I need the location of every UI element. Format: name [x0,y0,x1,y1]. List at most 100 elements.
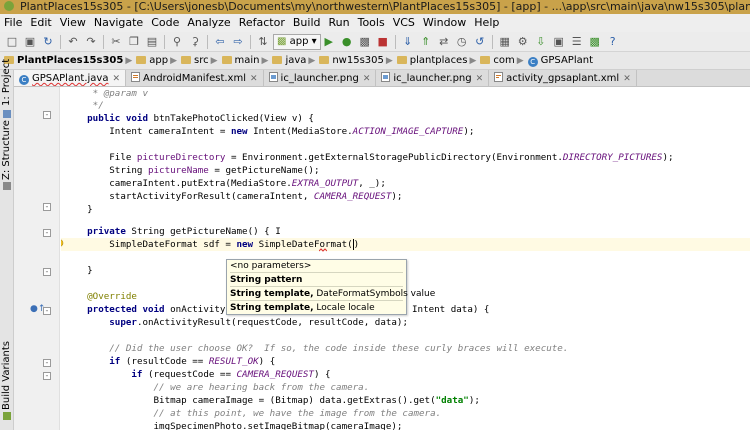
tab-android-manifest[interactable]: AndroidManifest.xml ✕ [126,70,264,86]
avd-manager-icon[interactable]: ▣ [551,34,567,50]
code-line: // we are hearing back from the camera. [65,382,370,393]
breadcrumb-main[interactable]: main [218,52,262,69]
menu-help[interactable]: Help [470,14,503,32]
breadcrumb-label: src [194,55,209,66]
lightbulb-icon[interactable] [61,239,64,249]
menu-navigate[interactable]: Navigate [90,14,147,32]
project-tool-tab[interactable]: 1: Project [0,59,14,120]
close-icon[interactable]: ✕ [363,74,371,84]
fold-collapse-icon[interactable]: - [43,111,51,119]
stop-icon[interactable]: ■ [375,34,391,50]
param-option-pattern[interactable]: String pattern [230,274,403,287]
sdk-manager-icon[interactable]: ⇩ [533,34,549,50]
keyword: if [109,356,121,367]
breadcrumb-project[interactable]: PlantPlaces15s305 [0,52,125,69]
forward-icon[interactable]: ⇨ [230,34,246,50]
help-icon[interactable]: ? [605,34,621,50]
param-signature-rest: Locale locale [313,303,375,313]
breadcrumb-nw15s305[interactable]: nw15s305 [315,52,386,69]
menu-build[interactable]: Build [289,14,325,32]
chevron-right-icon: ▶ [469,56,477,66]
android-device-icon[interactable]: ▩ [587,34,603,50]
breadcrumb-plantplaces[interactable]: plantplaces [393,52,470,69]
code-line: startActivityForResult(cameraIntent, CAM… [65,190,402,203]
tab-gpsaplant-java[interactable]: C GPSAPlant.java ✕ [14,70,127,86]
breadcrumb-java[interactable]: java [268,52,308,69]
back-icon[interactable]: ⇦ [212,34,228,50]
vcs-history-icon[interactable]: ◷ [454,34,470,50]
project-structure-icon[interactable]: ▦ [497,34,513,50]
code-line: // Did the user choose OK? If so, the co… [65,343,569,354]
vcs-commit-icon[interactable]: ⇑ [418,34,434,50]
monitor-icon[interactable]: ☰ [569,34,585,50]
fold-collapse-icon[interactable]: - [43,229,51,237]
fold-collapse-icon[interactable]: - [43,307,51,315]
tab-ic-launcher-1[interactable]: ic_launcher.png ✕ [264,70,377,86]
string-literal: "data" [435,395,469,406]
redo-icon[interactable]: ↷ [83,34,99,50]
xml-file-icon [131,72,141,82]
menu-file[interactable]: File [0,14,26,32]
menu-edit[interactable]: Edit [26,14,55,32]
menu-window[interactable]: Window [419,14,470,32]
run-configuration-select[interactable]: ▩ app ▾ [273,34,321,50]
code-text: SimpleDateFormat sdf = [65,239,237,250]
keyword: public void [87,113,148,124]
fold-collapse-icon[interactable]: - [43,372,51,380]
breadcrumb-com[interactable]: com [476,52,516,69]
undo-icon[interactable]: ↶ [65,34,81,50]
make-icon[interactable]: ⇅ [255,34,271,50]
fold-end-icon[interactable]: - [43,268,51,276]
menu-view[interactable]: View [56,14,90,32]
breadcrumb-src[interactable]: src [177,52,211,69]
sync-icon[interactable]: ↻ [40,34,56,50]
paste-icon[interactable]: ▤ [144,34,160,50]
structure-tool-tab[interactable]: Z: Structure [0,120,14,190]
chevron-right-icon: ▶ [210,56,218,66]
menu-run[interactable]: Run [325,14,354,32]
param-option-none[interactable]: <no parameters> [230,260,403,273]
menu-code[interactable]: Code [147,14,183,32]
close-icon[interactable]: ✕ [250,74,258,84]
param-option-template-locale[interactable]: String template, Locale locale [230,302,375,315]
param-option-template-symbols[interactable]: String template, DateFormatSymbols value [230,288,435,301]
run-icon[interactable]: ▶ [321,34,337,50]
code-text: ); [391,191,403,202]
tab-activity-gpsaplant-xml[interactable]: activity_gpsaplant.xml ✕ [489,70,637,86]
copy-icon[interactable]: ❐ [126,34,142,50]
menu-vcs[interactable]: VCS [389,14,419,32]
open-icon[interactable]: □ [4,34,20,50]
editor-gutter: - - - - ●↑ - - - [14,87,60,430]
vcs-compare-icon[interactable]: ⇄ [436,34,452,50]
save-icon[interactable]: ▣ [22,34,38,50]
revert-icon[interactable]: ↺ [472,34,488,50]
code-text: = Environment. [225,152,309,163]
tab-ic-launcher-2[interactable]: ic_launcher.png ✕ [376,70,490,86]
menu-refactor[interactable]: Refactor [235,14,289,32]
breadcrumb-class[interactable]: C GPSAPlant [524,52,595,69]
replace-icon[interactable]: ⚳ [187,34,203,50]
keyword: if [131,369,143,380]
build-variants-tool-tab[interactable]: Build Variants [0,341,14,422]
settings-icon[interactable]: ⚙ [515,34,531,50]
attach-icon[interactable]: ▩ [357,34,373,50]
close-icon[interactable]: ✕ [476,74,484,84]
folder-icon [272,56,283,64]
breadcrumb-app[interactable]: app [132,52,170,69]
breadcrumb-label: plantplaces [409,55,468,66]
vcs-update-icon[interactable]: ⇓ [400,34,416,50]
close-icon[interactable]: ✕ [623,74,631,84]
fold-collapse-icon[interactable]: - [43,359,51,367]
window-title: PlantPlaces15s305 - [C:\Users\jonesb\Doc… [20,0,750,13]
close-icon[interactable]: ✕ [112,74,120,84]
tab-label: AndroidManifest.xml [143,73,246,84]
fold-end-icon[interactable]: - [43,203,51,211]
menu-tools[interactable]: Tools [354,14,389,32]
menu-analyze[interactable]: Analyze [183,14,234,32]
project-icon [3,110,11,118]
debug-icon[interactable]: ● [339,34,355,50]
menu-bar: File Edit View Navigate Code Analyze Refactor B… [0,14,750,32]
find-icon[interactable]: ⚲ [169,34,185,50]
cut-icon[interactable]: ✂ [108,34,124,50]
build-variants-tool-label: Build Variants [1,341,12,410]
